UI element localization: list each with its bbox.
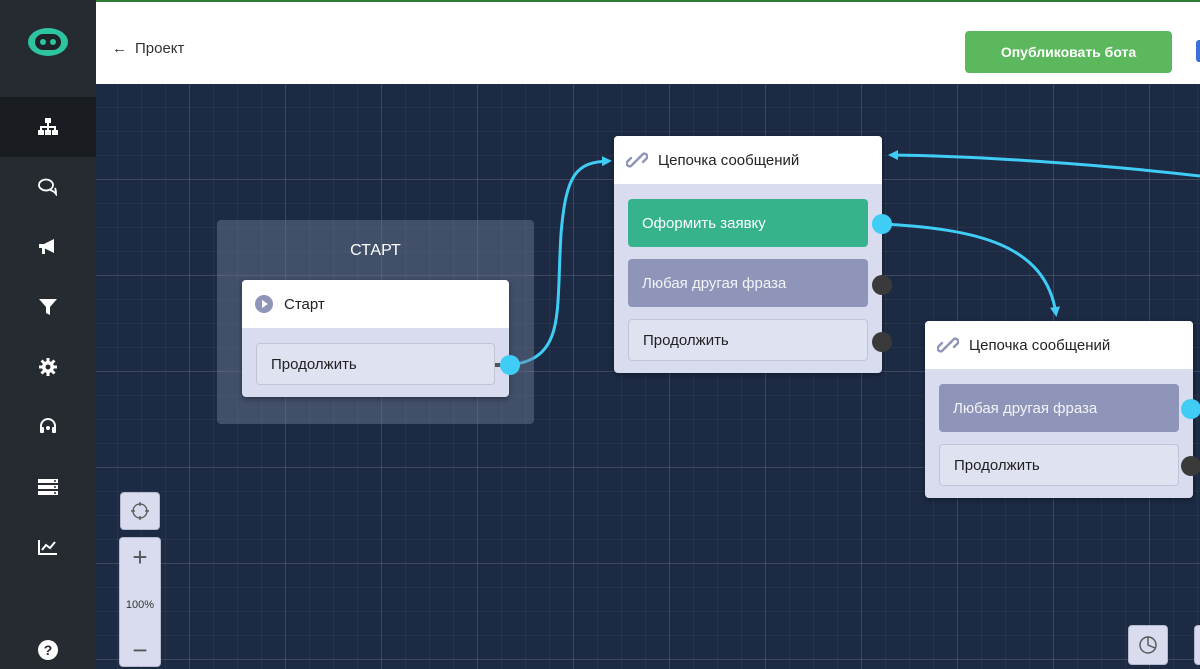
sidebar-item-database[interactable] — [0, 457, 96, 517]
database-icon — [38, 479, 58, 495]
connector-incoming-to-chain1 — [888, 150, 1200, 178]
stats-button[interactable] — [1128, 625, 1168, 665]
truncated-button[interactable] — [1196, 40, 1200, 62]
filter-icon — [39, 299, 57, 315]
settings-icon — [39, 358, 57, 376]
back-label: Проект — [135, 40, 185, 57]
link-icon — [937, 337, 959, 353]
analytics-icon — [38, 540, 57, 555]
zoom-controls: + 100% − — [119, 537, 161, 667]
start-group-title: СТАРТ — [350, 242, 401, 259]
chain1-continue-button[interactable]: Продолжить — [628, 319, 868, 361]
pie-chart-icon — [1139, 636, 1157, 654]
support-icon — [40, 418, 56, 433]
help-icon: ? — [38, 640, 58, 660]
start-node-header: Старт — [242, 280, 509, 328]
logo-icon[interactable] — [0, 0, 96, 84]
sidebar-item-support[interactable] — [0, 397, 96, 457]
start-continue-button[interactable]: Продолжить — [256, 343, 495, 385]
publish-bot-button[interactable]: Опубликовать бота — [965, 31, 1172, 73]
chain1-any-phrase-button[interactable]: Любая другая фраза — [628, 259, 868, 307]
zoom-out-button[interactable]: − — [132, 637, 147, 663]
start-node[interactable]: Старт Продолжить — [242, 280, 520, 397]
chain1-apply-port[interactable] — [872, 214, 892, 234]
sidebar: ? — [0, 0, 96, 669]
sidebar-item-chats[interactable] — [0, 157, 96, 217]
chain-node-2-header: Цепочка сообщений — [925, 321, 1193, 369]
megaphone-icon — [39, 239, 54, 254]
sidebar-item-filter[interactable] — [0, 277, 96, 337]
chat-icon — [38, 178, 57, 196]
sidebar-item-help[interactable]: ? — [0, 620, 96, 669]
sidebar-item-broadcast[interactable] — [0, 217, 96, 277]
start-continue-port[interactable] — [500, 355, 520, 375]
chain2-continue-button[interactable]: Продолжить — [939, 444, 1179, 486]
chain-node-2-title: Цепочка сообщений — [969, 336, 1111, 354]
top-bar: ← Проект Опубликовать бота — [96, 0, 1200, 84]
chain2-any-phrase-button[interactable]: Любая другая фраза — [939, 384, 1179, 432]
chain2-continue-port[interactable] — [1181, 456, 1200, 476]
chain-node-1[interactable]: Цепочка сообщений Оформить заявку Любая … — [614, 136, 892, 373]
arrow-left-icon: ← — [112, 40, 127, 57]
chain-node-2[interactable]: Цепочка сообщений Любая другая фраза Про… — [925, 321, 1200, 498]
zoom-level: 100% — [125, 599, 155, 611]
back-to-project-link[interactable]: ← Проект — [112, 40, 184, 57]
center-view-button[interactable] — [120, 492, 160, 530]
play-icon — [255, 295, 273, 313]
connector-chain1-to-chain2 — [881, 222, 1060, 317]
chain1-any-phrase-port[interactable] — [872, 275, 892, 295]
zoom-in-button[interactable]: + — [132, 544, 147, 570]
chain-node-1-title: Цепочка сообщений — [658, 151, 800, 169]
flow-canvas[interactable]: СТАРТ Старт Продолжить Цепочка сообщений… — [96, 84, 1200, 669]
chain2-any-phrase-port[interactable] — [1181, 399, 1200, 419]
sidebar-item-flow[interactable] — [0, 97, 96, 157]
flow-icon — [38, 118, 58, 135]
sidebar-item-settings[interactable] — [0, 337, 96, 397]
chain1-apply-button[interactable]: Оформить заявку — [628, 199, 868, 247]
start-node-title: Старт — [284, 295, 325, 313]
crosshair-icon — [131, 502, 149, 520]
truncated-control-button[interactable] — [1194, 625, 1200, 665]
link-icon — [626, 152, 648, 168]
svg-text:?: ? — [44, 642, 53, 658]
sidebar-item-analytics[interactable] — [0, 517, 96, 577]
chain1-continue-port[interactable] — [872, 332, 892, 352]
chain-node-1-header: Цепочка сообщений — [614, 136, 882, 184]
